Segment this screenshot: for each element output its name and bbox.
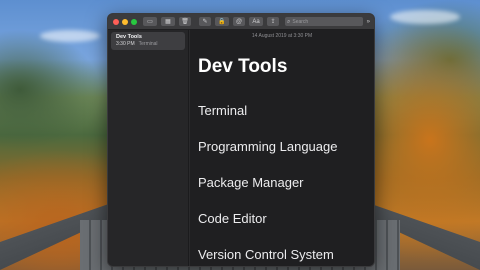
gallery-view-button[interactable]: ▦ (161, 17, 175, 26)
share-icon: ⇪ (270, 18, 276, 25)
note-line[interactable]: Programming Language (198, 139, 337, 154)
gallery-view-icon: ▦ (165, 18, 171, 25)
delete-button[interactable]: 🗑 (179, 17, 191, 26)
cloud (390, 10, 460, 24)
minimize-button[interactable] (122, 18, 128, 25)
close-button[interactable] (113, 18, 119, 25)
toolbar-overflow-icon[interactable]: » (367, 19, 370, 25)
note-preview: Terminal (138, 41, 158, 47)
note-line[interactable]: Code Editor (198, 211, 267, 226)
lock-button[interactable]: 🔒 (215, 17, 229, 26)
note-editor[interactable]: 14 August 2019 at 3:30 PM Dev Tools Term… (190, 30, 374, 266)
trash-icon: 🗑 (181, 18, 189, 25)
format-button[interactable]: Aa (249, 17, 263, 26)
toolbar: ▭ ▦ 🗑 ✎ 🔒 @ Aa ⇪ ⌕ » (108, 14, 374, 30)
share-button[interactable]: ⇪ (267, 17, 279, 26)
note-heading[interactable]: Dev Tools (198, 56, 287, 78)
notes-window: ▭ ▦ 🗑 ✎ 🔒 @ Aa ⇪ ⌕ » Dev Tools 3:30 PM T… (107, 13, 375, 267)
notes-list: Dev Tools 3:30 PM Terminal (108, 30, 189, 266)
note-meta: 3:30 PM Terminal (116, 41, 180, 48)
mention-button[interactable]: @ (233, 17, 245, 26)
note-date: 14 August 2019 at 3:30 PM (251, 33, 313, 39)
at-icon: @ (235, 18, 243, 25)
search-field[interactable]: ⌕ (285, 17, 363, 26)
note-line[interactable]: Terminal (198, 103, 247, 118)
zoom-button[interactable] (131, 18, 137, 25)
note-line[interactable]: Version Control System (198, 247, 334, 262)
window-controls (113, 18, 139, 25)
new-note-button[interactable]: ✎ (199, 17, 211, 26)
text-format-icon: Aa (252, 18, 260, 25)
compose-icon: ✎ (202, 18, 208, 25)
toggle-sidebar-button[interactable]: ▭ (143, 17, 157, 26)
lock-icon: 🔒 (218, 18, 226, 25)
search-icon: ⌕ (287, 18, 291, 25)
search-input[interactable] (292, 17, 357, 26)
note-line[interactable]: Package Manager (198, 175, 304, 190)
list-item[interactable]: Dev Tools 3:30 PM Terminal (111, 32, 185, 50)
toggle-sidebar-icon: ▭ (147, 18, 153, 25)
cloud (40, 30, 100, 42)
note-time: 3:30 PM (116, 41, 135, 47)
note-title: Dev Tools (116, 34, 142, 40)
